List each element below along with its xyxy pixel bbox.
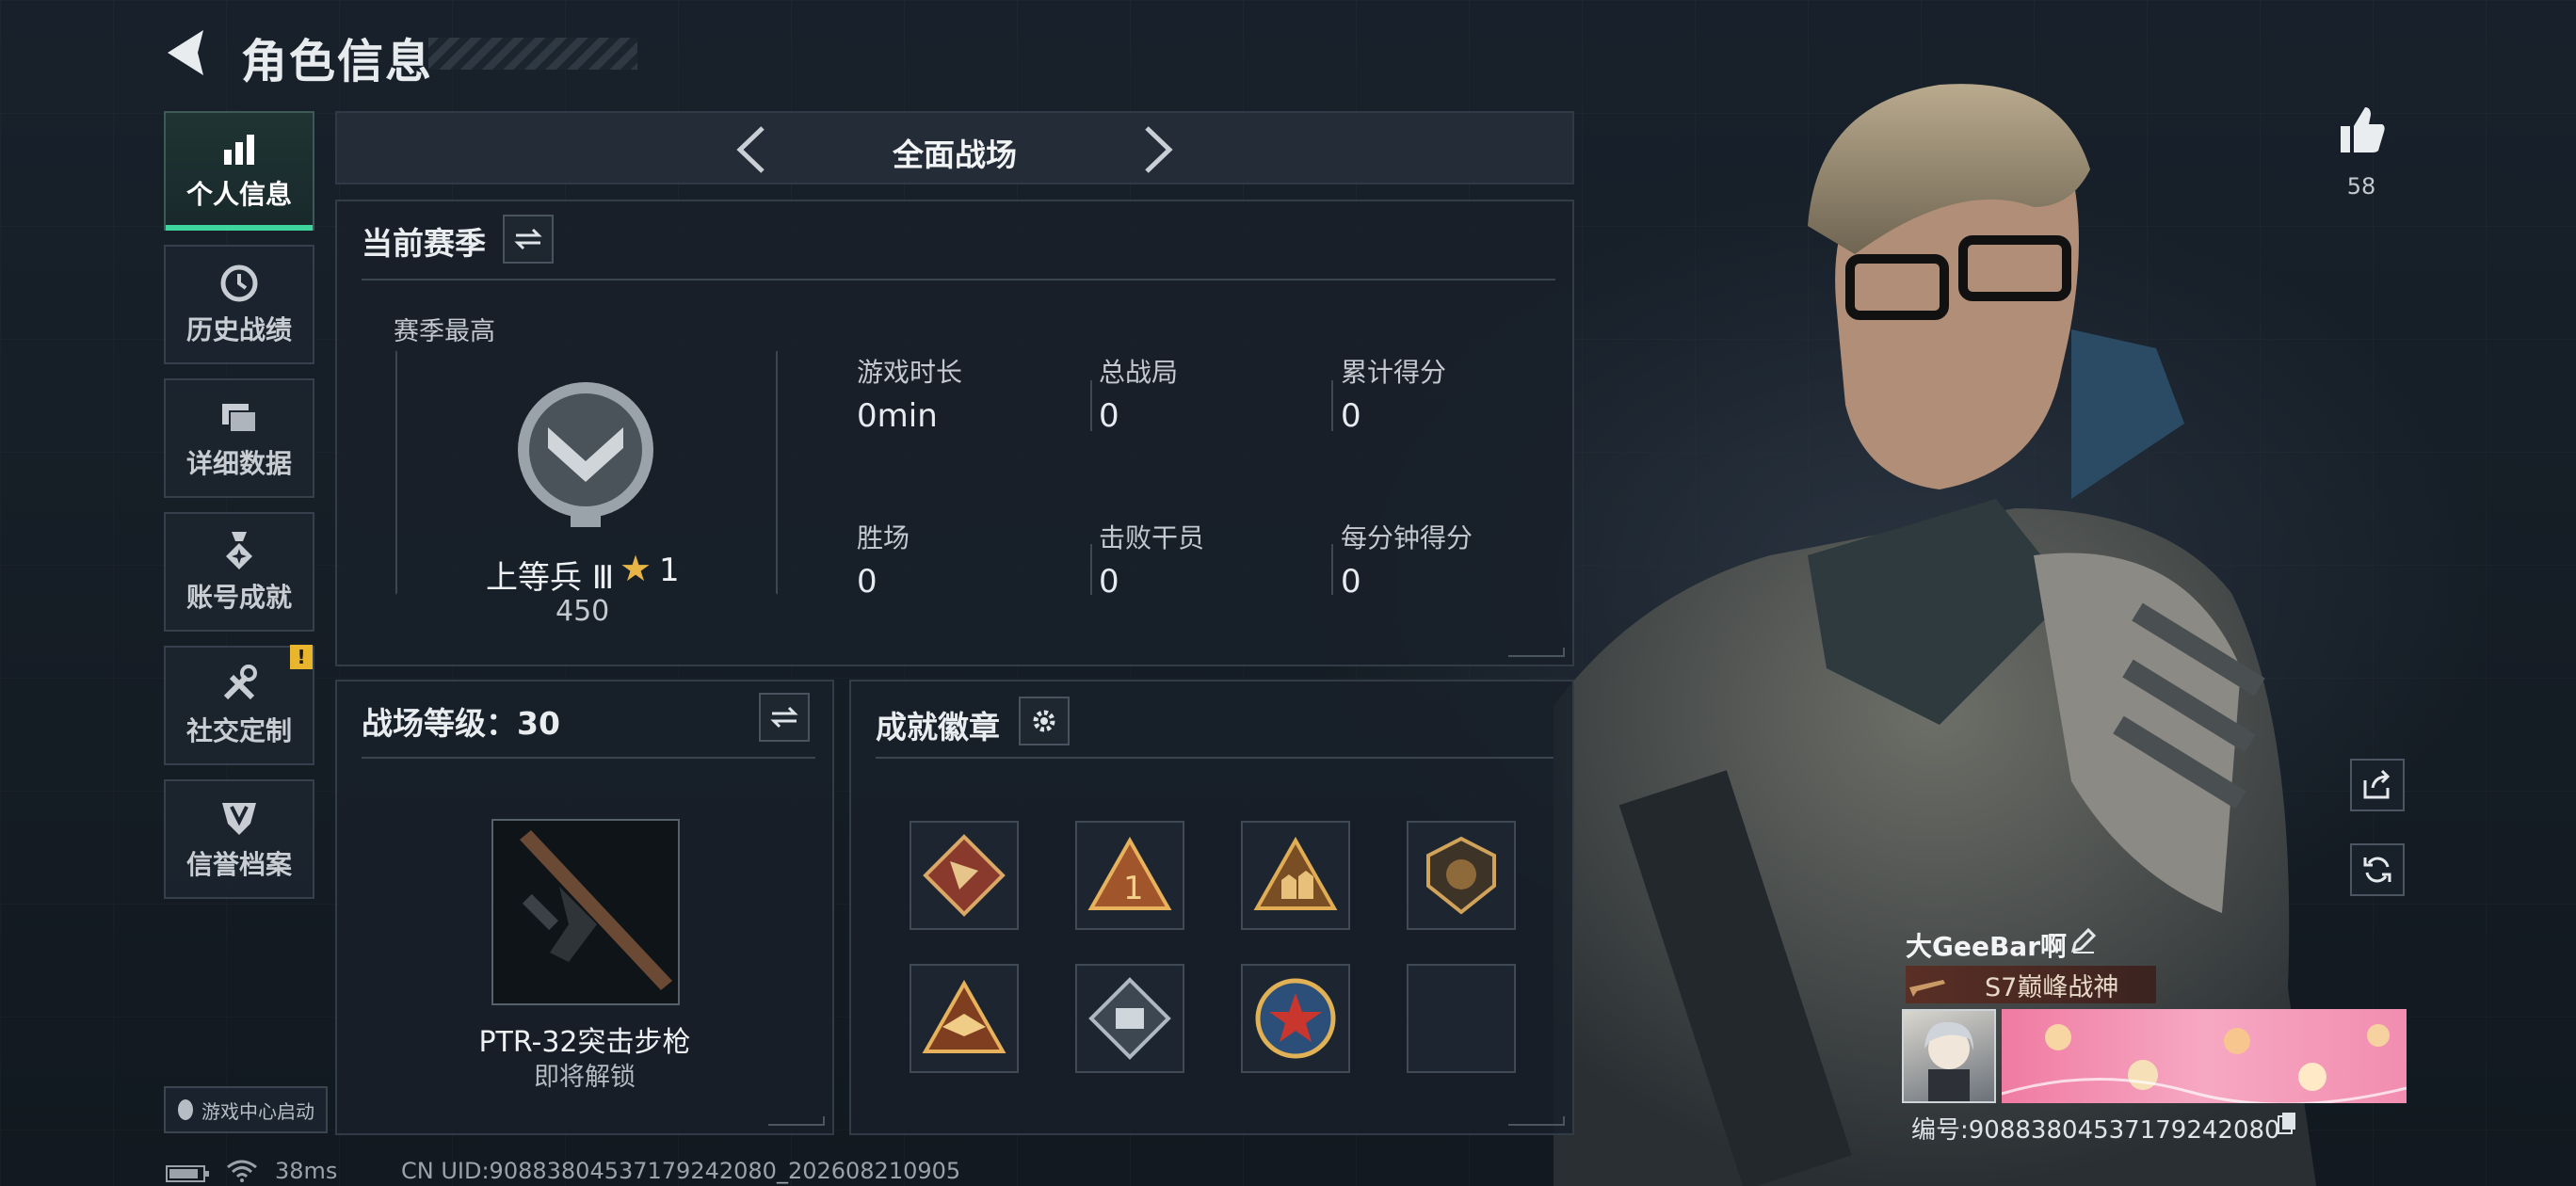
- penguin-icon: [178, 1099, 193, 1120]
- sidebar-item-label: 详细数据: [185, 447, 292, 479]
- divider: [876, 757, 1554, 759]
- mode-title: 全面战场: [893, 136, 1017, 173]
- season-switch-button[interactable]: [503, 215, 554, 264]
- panel-corner: [768, 1116, 825, 1126]
- season-title: 当前赛季: [362, 225, 486, 262]
- rank-name: 上等兵 Ⅲ: [486, 559, 615, 597]
- game-center-launch-button[interactable]: 游戏中心启动: [164, 1086, 328, 1133]
- swap-arrows-icon: [514, 228, 542, 250]
- edit-pencil-icon[interactable]: [2069, 926, 2098, 954]
- stat-value: 0min: [857, 397, 938, 435]
- sidebar-item-label: 历史战绩: [185, 313, 292, 345]
- star-icon: ★: [620, 548, 652, 589]
- sidebar-item-account-achievements[interactable]: 账号成就: [164, 512, 314, 632]
- ping-value: 38ms: [275, 1158, 338, 1184]
- stat-value: 0: [857, 563, 877, 601]
- battlefield-switch-button[interactable]: [759, 693, 810, 742]
- back-arrow-icon[interactable]: [160, 24, 217, 81]
- wifi-icon: [227, 1160, 257, 1182]
- title-tag: S7巅峰战神: [1906, 966, 2156, 1003]
- weapon-thumbnail[interactable]: [491, 819, 680, 1005]
- season-best-label: 赛季最高: [394, 317, 495, 346]
- refresh-icon: [2363, 857, 2391, 883]
- empty-badge-slot[interactable]: [1407, 964, 1516, 1073]
- divider: [362, 279, 1555, 280]
- triangle-number-one-badge-icon[interactable]: 1: [1075, 821, 1184, 930]
- sidebar-item-detailed-data[interactable]: 详细数据: [164, 378, 314, 498]
- divider: [1331, 544, 1333, 595]
- achievements-title: 成就徽章: [876, 709, 1000, 745]
- rank-private-first-class-icon: [518, 382, 653, 527]
- refresh-button[interactable]: [2350, 843, 2405, 896]
- lion-shield-badge-icon[interactable]: [1407, 821, 1516, 930]
- sidebar-item-label: 社交定制: [185, 714, 292, 746]
- anime-avatar-icon: [1924, 1021, 1973, 1101]
- thumbs-up-icon[interactable]: [2335, 104, 2388, 156]
- cat-pattern-banner: [2002, 1024, 2407, 1103]
- stat-value: 0: [1341, 397, 1361, 435]
- divider: [362, 757, 815, 759]
- assault-rifle-icon: [520, 830, 672, 990]
- weapon-status: 即将解锁: [534, 1063, 636, 1092]
- diamond-camera-badge-icon[interactable]: [1075, 964, 1184, 1073]
- alert-badge: !: [290, 645, 313, 669]
- active-indicator: [166, 225, 313, 231]
- achievement-medal-icon: [226, 531, 252, 569]
- profile-banner[interactable]: [2002, 1009, 2407, 1103]
- title-decoration: [428, 38, 637, 70]
- chevron-right-icon[interactable]: [1139, 124, 1177, 175]
- sidebar-item-credit-record[interactable]: 信誉档案: [164, 779, 314, 899]
- stat-value: 0: [1341, 563, 1361, 601]
- history-clock-icon: [220, 264, 258, 301]
- battery-icon: [166, 1165, 209, 1182]
- star-circle-badge-icon[interactable]: [1241, 964, 1350, 1073]
- stat-label: 击败干员: [1099, 522, 1205, 553]
- folder-stack-icon: [222, 403, 257, 433]
- title-tag-label: S7巅峰战神: [1985, 972, 2119, 1002]
- game-center-label: 游戏中心启动: [201, 1099, 314, 1123]
- stat-value: 0: [1099, 397, 1119, 435]
- panel-corner: [1508, 648, 1565, 657]
- share-button[interactable]: [2350, 759, 2405, 811]
- svg-text:1: 1: [1123, 870, 1144, 907]
- rank-points: 450: [555, 595, 610, 628]
- bar-chart-icon: [224, 134, 254, 165]
- eagle-emblem-badge-icon[interactable]: [910, 964, 1019, 1073]
- shield-emblem-icon: [222, 802, 256, 835]
- page-title: 角色信息: [241, 35, 434, 88]
- stat-label: 游戏时长: [857, 357, 963, 388]
- panel-corner: [1508, 1116, 1565, 1126]
- divider: [1331, 380, 1333, 431]
- likes-count: 58: [2346, 173, 2376, 200]
- stat-label: 累计得分: [1341, 357, 1447, 388]
- weapon-name: PTR-32突击步枪: [478, 1026, 691, 1059]
- divider: [1090, 544, 1092, 595]
- wrench-tools-icon: [223, 664, 257, 699]
- battlefield-level-title: 战场等级：30: [362, 705, 560, 742]
- sidebar-item-label: 账号成就: [185, 581, 292, 613]
- achievements-settings-button[interactable]: [1019, 697, 1070, 745]
- share-icon: [2363, 769, 2391, 799]
- copy-icon[interactable]: [2277, 1111, 2297, 1135]
- uid-text: CN UID:90883804537179242080_202608210905: [401, 1158, 961, 1184]
- dragon-badge-icon[interactable]: [910, 821, 1019, 930]
- sidebar-item-label: 个人信息: [185, 178, 292, 210]
- avatar[interactable]: [1902, 1009, 1996, 1103]
- rifle-emblem-icon: [1909, 980, 1945, 997]
- stat-label: 胜场: [857, 522, 910, 553]
- player-id: 编号:9088380453717924208​0: [1911, 1116, 2280, 1145]
- stat-value: 0: [1099, 563, 1119, 601]
- sidebar-item-personal-info[interactable]: 个人信息: [164, 111, 314, 231]
- stat-label: 总战局: [1099, 357, 1179, 388]
- stat-label: 每分钟得分: [1341, 522, 1473, 553]
- sidebar-item-history[interactable]: 历史战绩: [164, 245, 314, 364]
- player-name: 大GeeBar啊: [1906, 931, 2068, 962]
- mode-switcher: 全面战场: [335, 111, 1574, 184]
- soldiers-triangle-badge-icon[interactable]: [1241, 821, 1350, 930]
- sidebar-item-label: 信誉档案: [185, 848, 292, 880]
- divider: [1090, 380, 1092, 431]
- rank-stars: 1: [659, 552, 680, 589]
- swap-arrows-icon: [770, 706, 798, 729]
- gear-icon: [1033, 710, 1055, 732]
